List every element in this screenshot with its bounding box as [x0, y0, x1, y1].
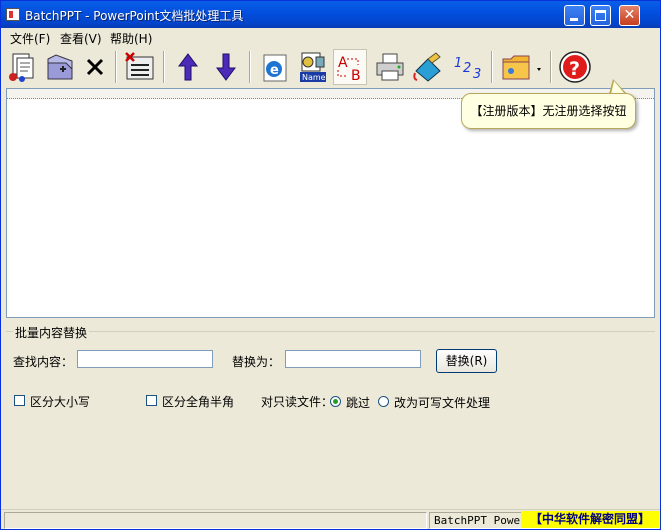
case-checkbox[interactable] — [14, 395, 25, 406]
help-button[interactable]: ? — [558, 49, 592, 85]
numbering-icon: 1 2 3 — [454, 56, 481, 82]
name-button[interactable]: Name — [295, 49, 329, 85]
svg-text:3: 3 — [473, 67, 481, 82]
skip-radio[interactable] — [330, 396, 341, 407]
writable-radio[interactable] — [378, 396, 389, 407]
numbering-button[interactable]: 1 2 3 — [450, 49, 484, 85]
width-label: 区分全角半角 — [162, 395, 235, 409]
remove-button[interactable] — [78, 49, 112, 85]
replace-button[interactable]: 替换(R) — [436, 349, 497, 373]
minimize-icon — [570, 18, 578, 21]
register-tooltip: 【注册版本】无注册选择按钮 — [461, 93, 636, 129]
replace-group-label: 批量内容替换 — [13, 324, 90, 341]
add-folder-icon — [47, 54, 73, 80]
toolbar-separator — [491, 51, 493, 83]
menu-bar: 文件(F) 查看(V) 帮助(H) — [1, 28, 660, 46]
toolbar: e Name A B 1 2 3 ? — [1, 46, 660, 88]
svg-text:e: e — [270, 63, 279, 78]
readonly-label: 对只读文件： — [261, 395, 334, 409]
toolbar-separator — [550, 51, 552, 83]
menu-help[interactable]: 帮助(H) — [110, 30, 152, 47]
folder-menu-icon — [502, 55, 541, 80]
menu-view[interactable]: 查看(V) — [60, 30, 102, 47]
close-button[interactable]: ✕ — [619, 5, 640, 26]
name-badge-text: Name — [302, 73, 326, 82]
paint-icon — [413, 52, 441, 82]
name-icon: Name — [300, 52, 326, 82]
clear-list-icon — [125, 52, 154, 80]
svg-text:?: ? — [569, 58, 580, 80]
title-bar[interactable]: BatchPPT - PowerPoint文档批处理工具 ✕ — [1, 1, 660, 28]
svg-text:1: 1 — [454, 56, 462, 71]
find-label: 查找内容： — [13, 355, 74, 369]
close-icon: ✕ — [623, 7, 636, 23]
clear-list-button[interactable] — [122, 49, 156, 85]
move-up-icon — [178, 53, 198, 81]
paint-button[interactable] — [411, 49, 445, 85]
move-up-button[interactable] — [171, 49, 205, 85]
move-down-icon — [216, 53, 236, 81]
replace-group-border — [6, 331, 655, 332]
toolbar-separator — [163, 51, 165, 83]
window-title: BatchPPT - PowerPoint文档批处理工具 — [25, 9, 244, 23]
find-input[interactable] — [77, 350, 213, 368]
ab-label-a: A — [338, 55, 348, 71]
width-checkbox[interactable] — [146, 395, 157, 406]
remove-icon — [86, 58, 104, 76]
help-icon: ? — [559, 51, 591, 83]
add-files-button[interactable] — [6, 49, 40, 85]
writable-label: 改为可写文件处理 — [394, 396, 491, 410]
maximize-button[interactable] — [590, 5, 611, 26]
minimize-button[interactable] — [564, 5, 585, 26]
main-window: BatchPPT - PowerPoint文档批处理工具 ✕ 文件(F) 查看(… — [0, 0, 661, 530]
status-brand: 【中华软件解密同盟】 — [521, 511, 659, 528]
menu-file[interactable]: 文件(F) — [10, 30, 50, 47]
web-button[interactable]: e — [257, 49, 291, 85]
replace-input[interactable] — [285, 350, 421, 368]
case-label: 区分大小写 — [30, 395, 91, 409]
toolbar-separator — [249, 51, 251, 83]
status-panel-left — [4, 512, 427, 529]
toolbar-separator — [115, 51, 117, 83]
svg-text:2: 2 — [463, 61, 471, 76]
app-icon[interactable] — [6, 8, 20, 21]
replace-ab-button[interactable]: A B — [333, 49, 367, 85]
replace-label: 替换为： — [232, 355, 281, 369]
skip-label: 跳过 — [346, 396, 371, 410]
replace-ab-icon: A B — [337, 55, 361, 83]
folder-menu-button[interactable] — [498, 49, 546, 85]
print-icon — [376, 53, 404, 81]
maximize-icon — [595, 10, 606, 21]
ab-label-b: B — [351, 68, 361, 83]
add-folder-button[interactable] — [43, 49, 77, 85]
print-button[interactable] — [373, 49, 407, 85]
chevron-down-icon — [537, 68, 541, 71]
web-icon: e — [263, 54, 287, 82]
add-files-icon — [9, 53, 34, 82]
move-down-button[interactable] — [209, 49, 243, 85]
